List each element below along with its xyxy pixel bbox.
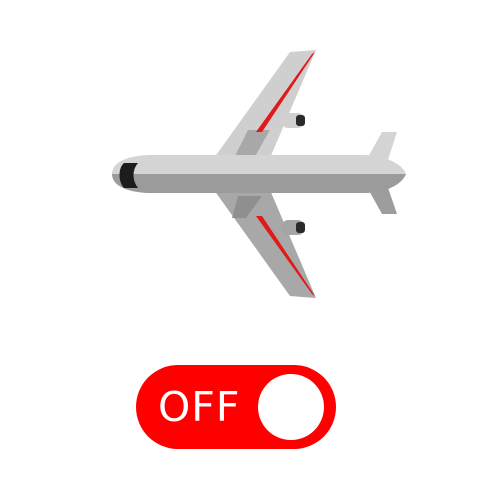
toggle-state-label: OFF [158,383,241,431]
airplane-mode-toggle[interactable]: OFF [136,365,336,449]
toggle-knob[interactable] [258,374,324,440]
airplane-icon [108,48,408,302]
